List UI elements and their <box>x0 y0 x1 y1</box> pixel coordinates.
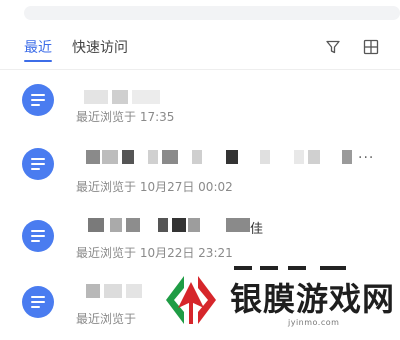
search-bar-remnant[interactable] <box>24 6 400 20</box>
watermark-url: jyinmo.com <box>288 318 340 327</box>
tab-quick-access[interactable]: 快速访问 <box>72 37 128 57</box>
document-icon <box>22 286 54 318</box>
list-item[interactable]: 佳 最近浏览于 10月22日 23:21 <box>0 202 400 266</box>
site-watermark: 银膜游戏网 jyinmo.com <box>160 264 400 340</box>
tab-divider <box>0 69 400 70</box>
file-browser-screen: 最近 快速访问 最近浏览于 17:35 ··· 最近浏览于 10月27日 00:… <box>0 0 400 340</box>
file-title-fragment: 佳 <box>250 222 264 237</box>
watermark-ghost-stroke <box>234 266 346 270</box>
file-meta: 最近浏览于 17:35 <box>76 110 175 124</box>
top-bar <box>0 0 400 24</box>
document-icon <box>22 84 54 116</box>
file-meta: 最近浏览于 <box>76 312 137 326</box>
file-meta: 最近浏览于 10月22日 23:21 <box>76 246 233 260</box>
tab-recent[interactable]: 最近 <box>24 37 52 57</box>
list-item[interactable]: 最近浏览于 17:35 <box>0 72 400 136</box>
watermark-logo-icon <box>166 276 216 324</box>
grid-view-icon[interactable] <box>360 36 382 58</box>
list-item[interactable]: ··· 最近浏览于 10月27日 00:02 <box>0 136 400 200</box>
tab-active-indicator <box>24 60 52 62</box>
document-icon <box>22 220 54 252</box>
watermark-text: 银膜游戏网 <box>230 280 396 318</box>
filter-icon[interactable] <box>322 36 344 58</box>
more-options-icon[interactable]: ··· <box>358 150 374 166</box>
tab-bar: 最近 快速访问 <box>0 24 400 70</box>
document-icon <box>22 148 54 180</box>
file-meta: 最近浏览于 10月27日 00:02 <box>76 180 233 194</box>
